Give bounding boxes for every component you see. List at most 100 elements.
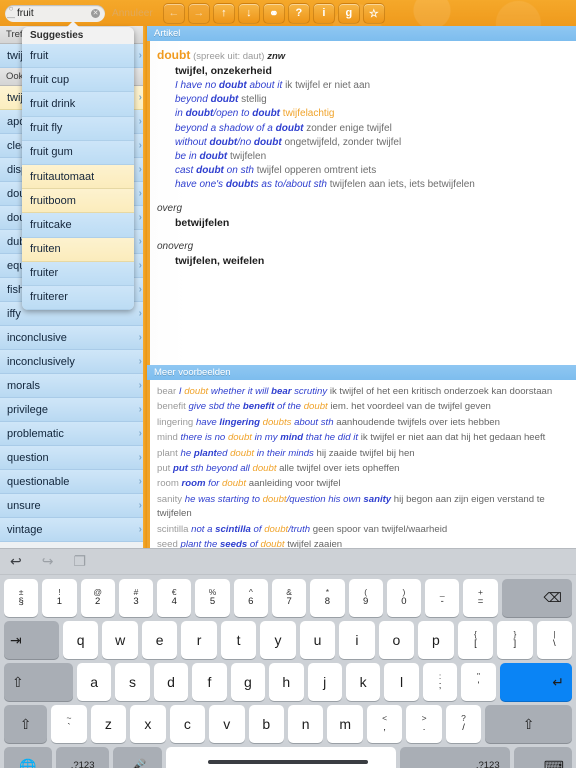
paste-icon[interactable]: ❐ — [73, 553, 86, 570]
key-8[interactable]: * 8 — [310, 579, 345, 617]
cancel-button[interactable]: Annuleer — [112, 8, 153, 19]
key-y[interactable]: y — [260, 621, 296, 659]
key-j[interactable]: j — [307, 663, 342, 701]
back-button[interactable]: ← — [162, 2, 185, 24]
suggestion-item[interactable]: fruiten — [22, 237, 134, 262]
redo-icon[interactable]: ↪ — [42, 553, 54, 570]
suggestion-item[interactable]: fruitautomaat — [22, 164, 134, 190]
sidebar-item-question[interactable]: question › — [0, 446, 146, 470]
key-backtick[interactable]: ~ ` — [51, 705, 87, 743]
key--[interactable]: _ - — [425, 579, 460, 617]
key-l[interactable]: l — [384, 663, 419, 701]
numbers-right-key[interactable]: .?123 — [400, 747, 510, 768]
shift-left-lower-key[interactable]: ⇧ — [4, 705, 48, 743]
key-5[interactable]: % 5 — [195, 579, 230, 617]
sidebar-item-morals[interactable]: morals › — [0, 374, 146, 398]
key-s[interactable]: s — [115, 663, 150, 701]
suggestion-item[interactable]: fruit — [22, 44, 134, 69]
key-z[interactable]: z — [90, 705, 127, 743]
microphone-key[interactable]: 🎤 — [113, 747, 163, 768]
keyboard-row-zxcv[interactable]: ⇧ ~ ` z x c v b n m <, >.? / ⇧ — [0, 705, 576, 743]
key-period[interactable]: >. — [406, 705, 442, 743]
sidebar-item-inconclusively[interactable]: inconclusively › — [0, 350, 146, 374]
suggestion-item[interactable]: fruit fly — [22, 116, 134, 141]
keyboard-row-numbers[interactable]: ± §! 1 @2 #3 €4% 5 ^ 6 & 7 * 8(9) 0 _ - + = ⌫ — [0, 579, 576, 617]
shift-right-key[interactable]: ⇧ — [485, 705, 573, 743]
suggestion-item[interactable]: fruiter — [22, 261, 134, 286]
keyboard-row-bottom[interactable]: 🌐 .?123 🎤 .?123 ⌨ — [0, 747, 576, 768]
suggestion-item[interactable]: fruiterer — [22, 285, 134, 311]
clear-icon[interactable]: ✕ — [91, 8, 100, 18]
numbers-left-key[interactable]: .?123 — [56, 747, 110, 768]
shift-left-key[interactable]: ⇧ — [4, 663, 73, 701]
previous-entry-button[interactable]: ↑ — [212, 2, 235, 24]
sidebar-item-questionable[interactable]: questionable › — [0, 470, 146, 494]
hide-keyboard-key[interactable]: ⌨ — [513, 747, 572, 768]
key-[[interactable]: {[ — [457, 621, 494, 659]
links-button[interactable]: ⚭ — [262, 2, 285, 24]
suggestion-item[interactable]: fruit cup — [22, 68, 134, 93]
forward-button[interactable]: → — [187, 2, 210, 24]
sidebar-item-unsure[interactable]: unsure › — [0, 494, 146, 518]
key-o[interactable]: o — [378, 621, 415, 659]
key-3[interactable]: #3 — [118, 579, 154, 617]
search-input[interactable]: ○— fruit ✕ — [5, 4, 105, 22]
key-b[interactable]: b — [248, 705, 284, 743]
key-g[interactable]: g — [230, 663, 266, 701]
space-key[interactable] — [166, 747, 397, 768]
key-1[interactable]: ! 1 — [42, 579, 77, 617]
key-v[interactable]: v — [209, 705, 245, 743]
key-comma[interactable]: <, — [366, 705, 403, 743]
key-a[interactable]: a — [76, 663, 112, 701]
help-button[interactable]: ? — [287, 2, 310, 24]
key-u[interactable]: u — [299, 621, 336, 659]
key-p[interactable]: p — [418, 621, 454, 659]
sidebar-item-problematic[interactable]: problematic › — [0, 422, 146, 446]
key-backslash[interactable]: | \ — [536, 621, 573, 659]
key-h[interactable]: h — [269, 663, 304, 701]
key-slash[interactable]: ? / — [445, 705, 482, 743]
key-=[interactable]: + = — [463, 579, 498, 617]
suggestion-item[interactable]: fruitcake — [22, 213, 134, 238]
onscreen-keyboard[interactable]: ↩ ↪ ❐ ± §! 1 @2 #3 €4% 5 ^ 6 & 7 * 8(9) 0 _ - + = ⌫ ⇥ q w e r t y u… — [0, 548, 576, 768]
key-semicolon[interactable]: :; — [422, 663, 458, 701]
suggestions-list[interactable]: fruit fruit cup fruit drink fruit fly fruit … — [22, 44, 134, 311]
key-m[interactable]: m — [327, 705, 363, 743]
key-2[interactable]: @2 — [80, 579, 115, 617]
key-d[interactable]: d — [153, 663, 189, 701]
key-9[interactable]: (9 — [348, 579, 383, 617]
key-4[interactable]: €4 — [157, 579, 192, 617]
key-i[interactable]: i — [339, 621, 375, 659]
suggestions-popover[interactable]: Suggesties fruit fruit cup fruit drink frui… — [22, 27, 134, 311]
key-7[interactable]: & 7 — [271, 579, 307, 617]
undo-icon[interactable]: ↩ — [10, 553, 22, 570]
suggestion-item[interactable]: fruit drink — [22, 92, 134, 117]
tab-key[interactable]: ⇥ — [4, 621, 59, 659]
suggestion-item[interactable]: fruit gum — [22, 140, 134, 165]
key-§[interactable]: ± § — [4, 579, 39, 617]
return-key[interactable]: ↵ — [499, 663, 572, 701]
key-r[interactable]: r — [181, 621, 217, 659]
next-entry-button[interactable]: ↓ — [237, 2, 260, 24]
sidebar-item-privilege[interactable]: privilege › — [0, 398, 146, 422]
key-e[interactable]: e — [141, 621, 178, 659]
keyboard-row-home[interactable]: ⇧ a s d f g h j k l:; " ' ↵ — [0, 663, 576, 701]
key-c[interactable]: c — [169, 705, 206, 743]
keyboard-row-qwerty[interactable]: ⇥ q w e r t y u i o p {[}] | \ — [0, 621, 576, 659]
key-q[interactable]: q — [62, 621, 99, 659]
key-t[interactable]: t — [220, 621, 257, 659]
key-x[interactable]: x — [130, 705, 166, 743]
key-n[interactable]: n — [287, 705, 324, 743]
sidebar-item-vintage[interactable]: vintage › — [0, 518, 146, 542]
suggestion-item[interactable]: fruitboom — [22, 189, 134, 214]
key-6[interactable]: ^ 6 — [233, 579, 268, 617]
key-k[interactable]: k — [345, 663, 381, 701]
delete-key[interactable]: ⌫ — [501, 579, 572, 617]
favorite-button[interactable]: ☆ — [362, 2, 385, 24]
globe-key[interactable]: 🌐 — [4, 747, 53, 768]
info-button[interactable]: i — [312, 2, 335, 24]
key-0[interactable]: ) 0 — [386, 579, 422, 617]
google-button[interactable]: g — [337, 2, 360, 24]
key-][interactable]: }] — [497, 621, 533, 659]
key-f[interactable]: f — [192, 663, 227, 701]
